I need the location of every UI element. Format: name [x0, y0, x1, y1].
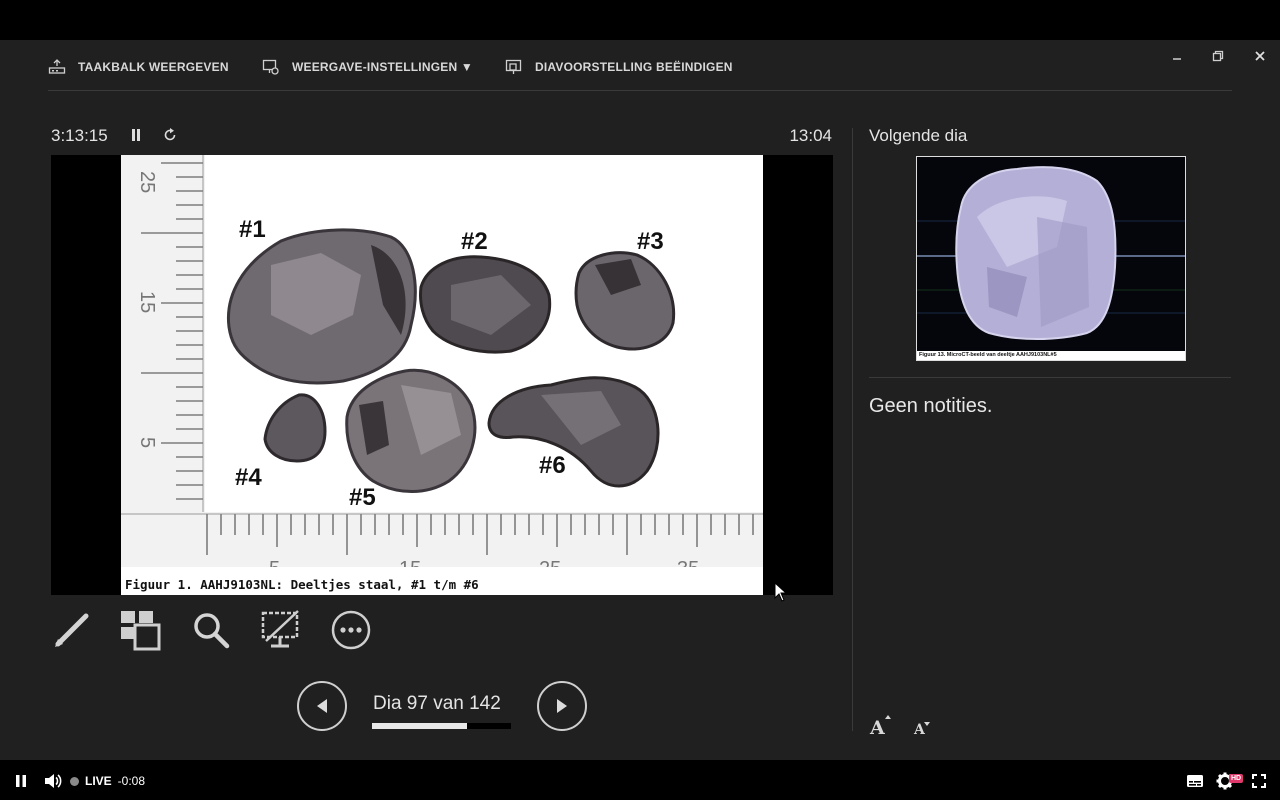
more-icon: [331, 610, 371, 650]
increase-font-icon: A: [869, 715, 891, 736]
pen-tool-button[interactable]: [51, 609, 93, 651]
fullscreen-icon: [1252, 774, 1266, 788]
label-6: #6: [539, 452, 566, 479]
next-slide-button[interactable]: [537, 681, 587, 731]
restore-button[interactable]: [1207, 46, 1229, 66]
presenter-view: TAAKBALK WEERGEVEN WEERGAVE-INSTELLINGEN…: [0, 40, 1280, 760]
next-icon: [557, 699, 567, 713]
slide-counter: Dia 97 van 142: [373, 693, 501, 714]
next-slide-label: Volgende dia: [869, 126, 968, 145]
microct-image: [917, 157, 1185, 353]
label-3: #3: [637, 228, 664, 255]
slide-progress-fill: [372, 723, 467, 729]
label-1: #1: [239, 216, 266, 243]
taskbar-icon: [48, 59, 66, 74]
mouse-cursor-icon: [774, 582, 788, 602]
volume-icon: [45, 774, 62, 788]
magnifier-icon: [194, 613, 230, 649]
particle-4: [263, 393, 327, 463]
grid-icon: [121, 611, 161, 651]
close-button[interactable]: [1249, 46, 1271, 66]
pen-icon: [55, 613, 89, 647]
hd-badge: HD: [1229, 774, 1244, 783]
fullscreen-button[interactable]: [1252, 772, 1266, 790]
pause-icon: [16, 775, 26, 787]
restore-icon: [1212, 50, 1224, 62]
current-time: 13:04: [789, 126, 832, 145]
captions-icon: [1187, 775, 1203, 787]
current-slide[interactable]: 25 15 5 #1 #2 #3 #4 #5 #6 Figuur 1. AAHJ…: [121, 155, 763, 595]
close-icon: [1255, 51, 1265, 61]
panel-divider: [852, 128, 853, 731]
pause-timer-button[interactable]: [126, 125, 146, 145]
label-4: #4: [235, 464, 262, 491]
zoom-button[interactable]: [190, 609, 232, 651]
video-player-bar: LIVE -0:08 HD: [0, 760, 1280, 800]
decrease-font-button[interactable]: A: [912, 714, 934, 736]
live-label: LIVE: [85, 774, 112, 788]
reset-icon: [164, 128, 176, 141]
next-slide-thumbnail[interactable]: Figuur 13. MicroCT-beeld van deeltje AAH…: [916, 156, 1186, 361]
decrease-font-icon: A: [913, 722, 930, 736]
end-slideshow-label: DIAVOORSTELLING BEËINDIGEN: [535, 60, 733, 74]
minimize-icon: [1173, 58, 1181, 60]
display-settings-button[interactable]: WEERGAVE-INSTELLINGEN ▼: [262, 58, 473, 76]
previous-icon: [317, 699, 327, 713]
player-pause-button[interactable]: [14, 772, 28, 790]
captions-button[interactable]: [1186, 772, 1204, 790]
menu-divider: [48, 90, 1232, 91]
ruler-v-25: 25: [136, 171, 158, 193]
elapsed-timer: 3:13:15: [51, 126, 108, 145]
speaker-notes[interactable]: Geen notities.: [869, 395, 992, 418]
slide-figure: 25 15 5 #1 #2 #3 #4 #5 #6: [121, 155, 763, 595]
label-5: #5: [349, 484, 376, 511]
pause-icon: [132, 129, 140, 141]
end-slideshow-button[interactable]: DIAVOORSTELLING BEËINDIGEN: [505, 58, 733, 76]
reset-timer-button[interactable]: [160, 125, 180, 145]
screen-off-icon: [261, 610, 299, 648]
black-screen-button[interactable]: [260, 609, 302, 651]
live-indicator[interactable]: LIVE -0:08: [70, 774, 145, 788]
notes-divider: [869, 377, 1231, 378]
minimize-button[interactable]: [1166, 46, 1188, 66]
slide-progress-bar: [372, 723, 511, 729]
live-offset: -0:08: [117, 774, 146, 788]
ruler-v-5: 5: [136, 437, 158, 448]
display-settings-label: WEERGAVE-INSTELLINGEN ▼: [292, 60, 473, 74]
next-slide-caption: Figuur 13. MicroCT-beeld van deeltje AAH…: [917, 351, 1185, 360]
ruler-v-15: 15: [136, 291, 158, 313]
end-slideshow-icon: [505, 59, 522, 74]
live-dot: [70, 776, 79, 786]
display-settings-icon: [262, 59, 279, 75]
increase-font-button[interactable]: A: [869, 714, 891, 736]
previous-slide-button[interactable]: [297, 681, 347, 731]
svg-text:A: A: [913, 722, 926, 736]
svg-text:A: A: [869, 717, 885, 736]
volume-button[interactable]: [44, 772, 62, 790]
label-2: #2: [461, 228, 488, 255]
top-black-bar: [0, 0, 1280, 40]
more-options-button[interactable]: [330, 609, 372, 651]
see-all-slides-button[interactable]: [119, 609, 161, 651]
show-taskbar-label: TAAKBALK WEERGEVEN: [78, 60, 229, 74]
slide-caption: Figuur 1. AAHJ9103NL: Deeltjes staal, #1…: [125, 577, 479, 592]
show-taskbar-button[interactable]: TAAKBALK WEERGEVEN: [48, 58, 229, 76]
current-slide-stage: 25 15 5 #1 #2 #3 #4 #5 #6 Figuur 1. AAHJ…: [51, 155, 833, 595]
